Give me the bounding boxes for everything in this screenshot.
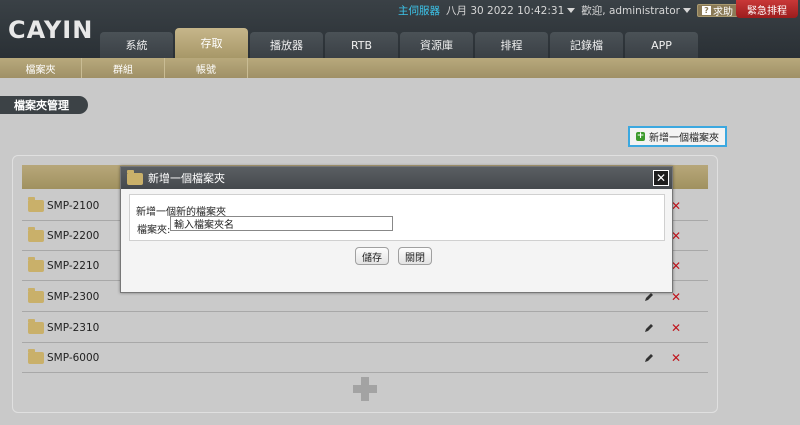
tab-library[interactable]: 資源庫 (400, 32, 473, 58)
add-folder-row[interactable] (22, 374, 708, 404)
subtab-folders[interactable]: 檔案夾 (0, 58, 82, 78)
folder-name: SMP-2200 (47, 229, 100, 242)
datetime-dropdown[interactable]: 八月 30 2022 10:42:31 (446, 3, 576, 18)
edit-icon[interactable] (644, 353, 654, 363)
datetime-text: 八月 30 2022 10:42:31 (446, 4, 565, 17)
add-folder-button[interactable]: + 新增一個檔案夾 (628, 126, 727, 147)
subtab-groups[interactable]: 群組 (82, 58, 165, 78)
cayin-logo: CAYIN (8, 16, 94, 44)
server-label: 主伺服器 (398, 4, 440, 17)
folder-icon (28, 287, 44, 303)
folder-name: SMP-2210 (47, 259, 100, 272)
table-row[interactable]: SMP-6000 ✕ (22, 343, 708, 373)
folder-icon (127, 170, 143, 185)
plus-icon (353, 377, 377, 401)
save-button[interactable]: 儲存 (355, 247, 389, 265)
folder-name: SMP-2310 (47, 321, 100, 334)
subtab-accounts[interactable]: 帳號 (165, 58, 248, 78)
tab-system[interactable]: 系統 (100, 32, 173, 58)
dialog-body: 新增一個新的檔案夾 檔案夾: (129, 194, 665, 241)
edit-icon[interactable] (644, 323, 654, 333)
plus-icon: + (636, 131, 645, 141)
emergency-schedule-button[interactable]: 緊急排程 (736, 0, 798, 18)
folder-name-input[interactable] (170, 216, 393, 231)
folder-name: SMP-2300 (47, 290, 100, 303)
tab-access[interactable]: 存取 (175, 28, 248, 58)
folder-name: SMP-2100 (47, 199, 100, 212)
chevron-down-icon (682, 8, 691, 13)
help-button[interactable]: ? 求助 (696, 3, 738, 18)
chevron-down-icon (567, 8, 576, 13)
status-bar: 主伺服器 八月 30 2022 10:42:31 歡迎, administrat… (398, 3, 738, 18)
close-icon[interactable]: ✕ (653, 170, 669, 186)
dialog-title: 新增一個檔案夾 (148, 172, 225, 185)
help-label: 求助 (712, 6, 733, 18)
help-icon: ? (701, 5, 711, 15)
welcome-text: 歡迎, administrator (581, 4, 680, 17)
delete-icon[interactable]: ✕ (670, 322, 682, 334)
folder-icon (28, 226, 44, 242)
dialog-title-bar: 新增一個檔案夾 (121, 167, 672, 189)
tab-rtb[interactable]: RTB (325, 32, 398, 58)
page-title: 檔案夾管理 (0, 96, 88, 114)
folder-icon (28, 196, 44, 212)
tab-schedule[interactable]: 排程 (475, 32, 548, 58)
folder-name-label: 檔案夾: (137, 225, 171, 236)
edit-icon[interactable] (644, 292, 654, 302)
sub-tab-bar: 檔案夾 群組 帳號 (0, 58, 800, 78)
top-bar: CAYIN 主伺服器 八月 30 2022 10:42:31 歡迎, admin… (0, 0, 800, 58)
add-folder-label: 新增一個檔案夾 (649, 133, 719, 144)
folder-icon (28, 256, 44, 272)
folder-icon (28, 348, 44, 364)
new-folder-dialog: 新增一個檔案夾 ✕ 新增一個新的檔案夾 檔案夾: 儲存 關閉 (120, 166, 673, 293)
tab-app[interactable]: APP (625, 32, 698, 58)
close-button[interactable]: 關閉 (398, 247, 432, 265)
tab-player[interactable]: 播放器 (250, 32, 323, 58)
emergency-label: 緊急排程 (747, 5, 787, 17)
folder-name: SMP-6000 (47, 351, 100, 364)
tab-logs[interactable]: 記錄檔 (550, 32, 623, 58)
folder-icon (28, 318, 44, 334)
table-row[interactable]: SMP-2310 ✕ (22, 313, 708, 343)
user-dropdown[interactable]: 歡迎, administrator (581, 3, 691, 18)
main-tabs: 系統 存取 播放器 RTB 資源庫 排程 記錄檔 APP (100, 28, 698, 58)
delete-icon[interactable]: ✕ (670, 352, 682, 364)
